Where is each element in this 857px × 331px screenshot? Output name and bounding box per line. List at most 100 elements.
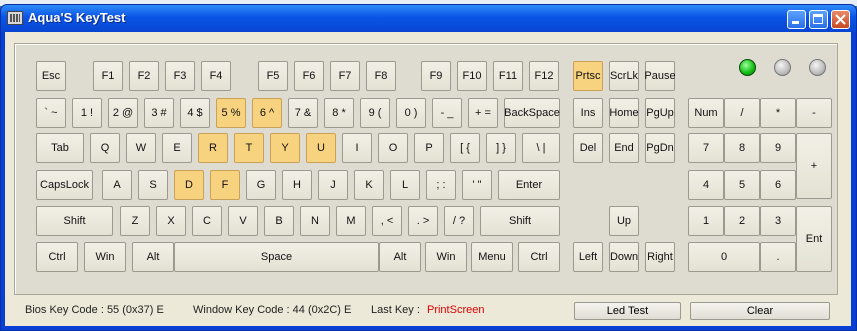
led-test-button[interactable]: Led Test (574, 302, 681, 320)
key-home[interactable]: Home (609, 98, 639, 128)
key-kp3[interactable]: 3 (760, 206, 796, 236)
title-bar[interactable]: Aqua'S KeyTest (1, 5, 856, 32)
key-i[interactable]: I (342, 133, 372, 163)
key-kp6[interactable]: 6 (760, 170, 796, 200)
key-0[interactable]: 0 ) (396, 98, 426, 128)
key-j[interactable]: J (318, 170, 348, 200)
key-period[interactable]: . > (408, 206, 438, 236)
key-pgdn[interactable]: PgDn (645, 133, 675, 163)
key-up[interactable]: Up (609, 206, 639, 236)
key-r[interactable]: R (198, 133, 228, 163)
key-4[interactable]: 4 $ (180, 98, 210, 128)
key-pause[interactable]: Pause (644, 61, 676, 91)
key-c[interactable]: C (192, 206, 222, 236)
key-8[interactable]: 8 * (324, 98, 354, 128)
key-tab[interactable]: Tab (36, 133, 84, 163)
key-rbracket[interactable]: ] } (486, 133, 516, 163)
key-ins[interactable]: Ins (573, 98, 603, 128)
key-f5[interactable]: F5 (258, 61, 288, 91)
key-z[interactable]: Z (120, 206, 150, 236)
key-f12[interactable]: F12 (529, 61, 559, 91)
key-p[interactable]: P (414, 133, 444, 163)
key-f11[interactable]: F11 (493, 61, 523, 91)
key-w[interactable]: W (126, 133, 156, 163)
key-kp-minus[interactable]: - (796, 98, 832, 128)
key-lctrl[interactable]: Ctrl (36, 242, 78, 272)
key-f7[interactable]: F7 (330, 61, 360, 91)
clear-button[interactable]: Clear (690, 302, 830, 320)
key-n[interactable]: N (300, 206, 330, 236)
key-kp9[interactable]: 9 (760, 133, 796, 163)
key-9[interactable]: 9 ( (360, 98, 390, 128)
key-capslock[interactable]: CapsLock (36, 170, 93, 200)
key-kp8[interactable]: 8 (724, 133, 760, 163)
key-kp4[interactable]: 4 (688, 170, 724, 200)
key-h[interactable]: H (282, 170, 312, 200)
key-space[interactable]: Space (174, 242, 379, 272)
key-enter[interactable]: Enter (498, 170, 560, 200)
key-lalt[interactable]: Alt (132, 242, 174, 272)
key-esc[interactable]: Esc (36, 61, 66, 91)
minimize-button[interactable] (787, 10, 806, 29)
key-rshift[interactable]: Shift (480, 206, 560, 236)
key-end[interactable]: End (609, 133, 639, 163)
key-down[interactable]: Down (609, 242, 639, 272)
key-semicolon[interactable]: ; : (426, 170, 456, 200)
key-f2[interactable]: F2 (129, 61, 159, 91)
key-backspace[interactable]: BackSpace (504, 98, 560, 128)
key-f9[interactable]: F9 (421, 61, 451, 91)
close-button[interactable] (831, 10, 850, 29)
key-2[interactable]: 2 @ (108, 98, 138, 128)
key-del[interactable]: Del (573, 133, 603, 163)
key-backslash[interactable]: \ | (522, 133, 560, 163)
key-f4[interactable]: F4 (201, 61, 231, 91)
key-kp5[interactable]: 5 (724, 170, 760, 200)
key-7[interactable]: 7 & (288, 98, 318, 128)
key-kp-dot[interactable]: . (760, 242, 796, 272)
key-g[interactable]: G (246, 170, 276, 200)
key-kp-enter[interactable]: Ent (796, 206, 832, 272)
key-d[interactable]: D (174, 170, 204, 200)
key-kp0[interactable]: 0 (688, 242, 760, 272)
key-e[interactable]: E (162, 133, 192, 163)
key-k[interactable]: K (354, 170, 384, 200)
key-1[interactable]: 1 ! (72, 98, 102, 128)
key-prtsc[interactable]: Prtsc (573, 61, 603, 91)
key-kp1[interactable]: 1 (688, 206, 724, 236)
key-q[interactable]: Q (90, 133, 120, 163)
key-f6[interactable]: F6 (294, 61, 324, 91)
key-t[interactable]: T (234, 133, 264, 163)
key-menu[interactable]: Menu (471, 242, 513, 272)
key-kp-mul[interactable]: * (760, 98, 796, 128)
key-ralt[interactable]: Alt (379, 242, 421, 272)
key-equals[interactable]: + = (468, 98, 498, 128)
key-right[interactable]: Right (645, 242, 675, 272)
key-kp7[interactable]: 7 (688, 133, 724, 163)
key-num[interactable]: Num (688, 98, 724, 128)
key-rwin[interactable]: Win (425, 242, 467, 272)
key-rctrl[interactable]: Ctrl (518, 242, 560, 272)
key-l[interactable]: L (390, 170, 420, 200)
key-x[interactable]: X (156, 206, 186, 236)
key-kp2[interactable]: 2 (724, 206, 760, 236)
key-u[interactable]: U (306, 133, 336, 163)
key-v[interactable]: V (228, 206, 258, 236)
key-quote[interactable]: ' " (462, 170, 492, 200)
key-comma[interactable]: , < (372, 206, 402, 236)
key-lshift[interactable]: Shift (36, 206, 113, 236)
key-slash[interactable]: / ? (444, 206, 474, 236)
key-6[interactable]: 6 ^ (252, 98, 282, 128)
key-f[interactable]: F (210, 170, 240, 200)
maximize-button[interactable] (809, 10, 828, 29)
key-5[interactable]: 5 % (216, 98, 246, 128)
key-kp-plus[interactable]: + (796, 133, 832, 199)
key-left[interactable]: Left (573, 242, 603, 272)
key-f3[interactable]: F3 (165, 61, 195, 91)
keyboard-app-icon[interactable] (7, 11, 23, 25)
key-b[interactable]: B (264, 206, 294, 236)
key-m[interactable]: M (336, 206, 366, 236)
key-scrlk[interactable]: ScrLk (609, 61, 639, 91)
key-kp-div[interactable]: / (724, 98, 760, 128)
key-f1[interactable]: F1 (93, 61, 123, 91)
key-f10[interactable]: F10 (457, 61, 487, 91)
